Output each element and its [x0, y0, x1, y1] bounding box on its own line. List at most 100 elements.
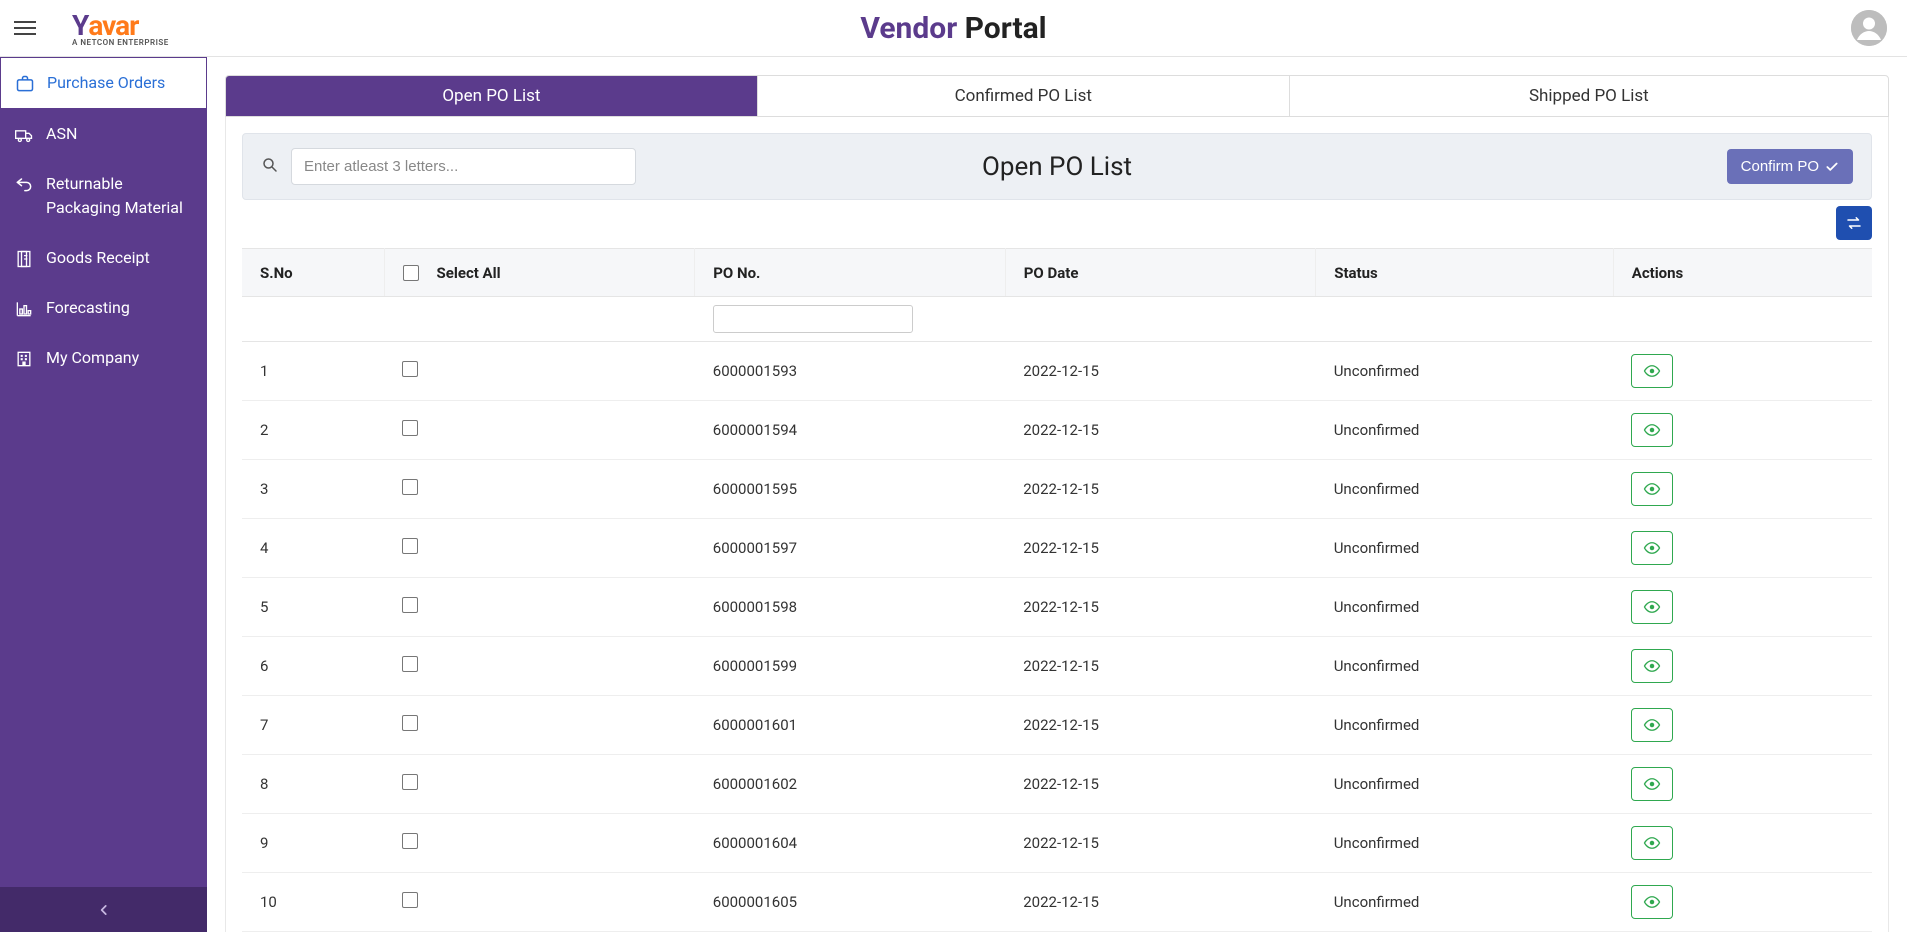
sidebar-item-label: Goods Receipt: [46, 246, 150, 270]
chevron-left-icon: [97, 903, 111, 917]
view-button[interactable]: [1631, 413, 1673, 447]
user-avatar[interactable]: [1851, 10, 1887, 46]
eye-icon: [1643, 480, 1661, 498]
sidebar-collapse-button[interactable]: [0, 887, 207, 932]
truck-icon: [14, 125, 34, 145]
main-content: Open PO ListConfirmed PO ListShipped PO …: [207, 57, 1907, 932]
eye-icon: [1643, 657, 1661, 675]
panel-header: Open PO List Confirm PO: [242, 133, 1872, 200]
cell-status: Unconfirmed: [1316, 519, 1614, 578]
view-button[interactable]: [1631, 590, 1673, 624]
sidebar-item-forecasting[interactable]: Forecasting: [0, 283, 207, 333]
sidebar-item-returnable-packaging-material[interactable]: Returnable Packaging Material: [0, 159, 207, 233]
sidebar-item-label: Purchase Orders: [47, 71, 165, 95]
sidebar-item-asn[interactable]: ASN: [0, 109, 207, 159]
confirm-po-button[interactable]: Confirm PO: [1727, 149, 1853, 184]
cell-pono: 6000001594: [695, 401, 1005, 460]
eye-icon: [1643, 362, 1661, 380]
row-checkbox[interactable]: [402, 420, 418, 436]
col-header-actions: Actions: [1613, 249, 1872, 297]
cell-status: Unconfirmed: [1316, 814, 1614, 873]
tab-shipped-po-list[interactable]: Shipped PO List: [1290, 76, 1888, 116]
cell-pono: 6000001599: [695, 637, 1005, 696]
table-row: 160000015932022-12-15Unconfirmed: [242, 342, 1872, 401]
cell-sno: 10: [242, 873, 384, 932]
view-button[interactable]: [1631, 767, 1673, 801]
menu-toggle-button[interactable]: [14, 14, 42, 42]
table-row: 760000016012022-12-15Unconfirmed: [242, 696, 1872, 755]
tabs: Open PO ListConfirmed PO ListShipped PO …: [225, 75, 1889, 117]
swap-columns-button[interactable]: [1836, 206, 1872, 240]
col-header-select[interactable]: Select All: [384, 249, 694, 297]
row-checkbox[interactable]: [402, 774, 418, 790]
tab-open-po-list[interactable]: Open PO List: [226, 76, 758, 116]
cell-sno: 3: [242, 460, 384, 519]
sidebar-item-goods-receipt[interactable]: Goods Receipt: [0, 233, 207, 283]
title-part2: Portal: [957, 11, 1046, 46]
cell-pono: 6000001605: [695, 873, 1005, 932]
cell-pono: 6000001598: [695, 578, 1005, 637]
sidebar-item-label: ASN: [46, 122, 77, 146]
table-row: 260000015942022-12-15Unconfirmed: [242, 401, 1872, 460]
cell-status: Unconfirmed: [1316, 460, 1614, 519]
cell-date: 2022-12-15: [1005, 342, 1315, 401]
view-button[interactable]: [1631, 531, 1673, 565]
eye-icon: [1643, 539, 1661, 557]
table-row: 660000015992022-12-15Unconfirmed: [242, 637, 1872, 696]
row-checkbox[interactable]: [402, 715, 418, 731]
confirm-po-label: Confirm PO: [1741, 158, 1819, 175]
panel-title: Open PO List: [982, 152, 1132, 182]
tab-confirmed-po-list[interactable]: Confirmed PO List: [758, 76, 1290, 116]
cell-date: 2022-12-15: [1005, 519, 1315, 578]
select-all-label: Select All: [437, 264, 501, 282]
cell-date: 2022-12-15: [1005, 637, 1315, 696]
view-button[interactable]: [1631, 826, 1673, 860]
view-button[interactable]: [1631, 649, 1673, 683]
view-button[interactable]: [1631, 472, 1673, 506]
row-checkbox[interactable]: [402, 892, 418, 908]
po-table: S.No Select All PO No. PO Date Status Ac…: [242, 248, 1872, 932]
table-row: 460000015972022-12-15Unconfirmed: [242, 519, 1872, 578]
sidebar-item-label: Returnable Packaging Material: [46, 172, 193, 220]
cell-status: Unconfirmed: [1316, 578, 1614, 637]
bar-chart-icon: [14, 299, 34, 319]
row-checkbox[interactable]: [402, 361, 418, 377]
view-button[interactable]: [1631, 885, 1673, 919]
po-no-filter-input[interactable]: [713, 305, 913, 333]
col-header-date[interactable]: PO Date: [1005, 249, 1315, 297]
header: Yavar A NETCON ENTERPRISE Vendor Portal: [0, 0, 1907, 57]
cell-pono: 6000001602: [695, 755, 1005, 814]
cell-sno: 5: [242, 578, 384, 637]
sidebar-item-purchase-orders[interactable]: Purchase Orders: [0, 57, 207, 109]
cell-pono: 6000001595: [695, 460, 1005, 519]
table-row: 360000015952022-12-15Unconfirmed: [242, 460, 1872, 519]
return-icon: [14, 174, 34, 194]
building-icon: [14, 349, 34, 369]
cell-status: Unconfirmed: [1316, 401, 1614, 460]
row-checkbox[interactable]: [402, 656, 418, 672]
sidebar-item-my-company[interactable]: My Company: [0, 333, 207, 383]
search-input[interactable]: [291, 148, 636, 185]
eye-icon: [1643, 893, 1661, 911]
cell-sno: 6: [242, 637, 384, 696]
select-all-checkbox[interactable]: [403, 265, 419, 281]
row-checkbox[interactable]: [402, 479, 418, 495]
cell-date: 2022-12-15: [1005, 814, 1315, 873]
eye-icon: [1643, 598, 1661, 616]
row-checkbox[interactable]: [402, 833, 418, 849]
title-part1: Vendor: [860, 11, 957, 46]
col-header-sno[interactable]: S.No: [242, 249, 384, 297]
row-checkbox[interactable]: [402, 597, 418, 613]
cell-pono: 6000001593: [695, 342, 1005, 401]
view-button[interactable]: [1631, 354, 1673, 388]
col-header-status[interactable]: Status: [1316, 249, 1614, 297]
check-icon: [1825, 160, 1839, 174]
row-checkbox[interactable]: [402, 538, 418, 554]
table-row: 860000016022022-12-15Unconfirmed: [242, 755, 1872, 814]
cell-status: Unconfirmed: [1316, 873, 1614, 932]
cell-sno: 7: [242, 696, 384, 755]
view-button[interactable]: [1631, 708, 1673, 742]
briefcase-icon: [15, 74, 35, 94]
col-header-pono[interactable]: PO No.: [695, 249, 1005, 297]
cell-pono: 6000001604: [695, 814, 1005, 873]
